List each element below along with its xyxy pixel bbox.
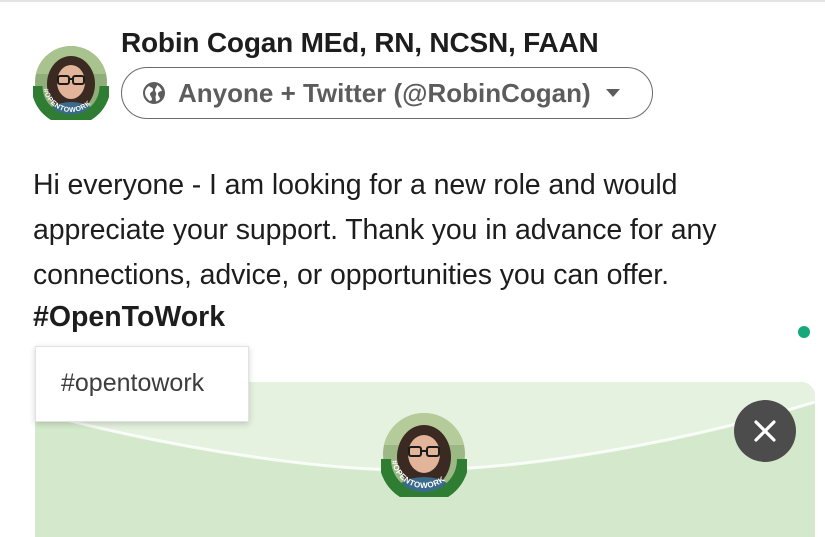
post-composer: #OPENTOWORK Robin Cogan MEd, RN, NCSN, F… bbox=[0, 0, 825, 537]
post-text-line: Hi everyone - I am looking for a new rol… bbox=[33, 169, 678, 201]
opentowork-avatar-icon: #OPENTOWORK bbox=[33, 46, 109, 120]
close-icon bbox=[754, 420, 776, 442]
post-text-line: appreciate your support. Thank you in ad… bbox=[33, 214, 717, 246]
visibility-selector-button[interactable]: Anyone + Twitter (@RobinCogan) bbox=[121, 67, 653, 119]
caret-down-icon bbox=[605, 88, 621, 98]
remove-image-button[interactable] bbox=[734, 400, 796, 462]
author-name: Robin Cogan MEd, RN, NCSN, FAAN bbox=[121, 27, 599, 58]
preview-avatar: #OPENTOWORK bbox=[379, 411, 469, 504]
post-text[interactable]: Hi everyone - I am looking for a new rol… bbox=[33, 163, 803, 298]
opentowork-avatar-icon: #OPENTOWORK bbox=[379, 413, 469, 504]
post-text-line: connections, advice, or opportunities yo… bbox=[33, 259, 669, 291]
author-avatar[interactable]: #OPENTOWORK bbox=[33, 44, 109, 120]
globe-icon bbox=[142, 81, 166, 105]
status-dot bbox=[798, 326, 810, 338]
post-hashtag[interactable]: #OpenToWork bbox=[33, 301, 225, 334]
visibility-label: Anyone + Twitter (@RobinCogan) bbox=[178, 77, 591, 108]
hashtag-suggestions: #opentowork bbox=[35, 346, 249, 422]
top-divider bbox=[0, 0, 825, 2]
hashtag-suggestion-item[interactable]: #opentowork bbox=[61, 369, 204, 398]
